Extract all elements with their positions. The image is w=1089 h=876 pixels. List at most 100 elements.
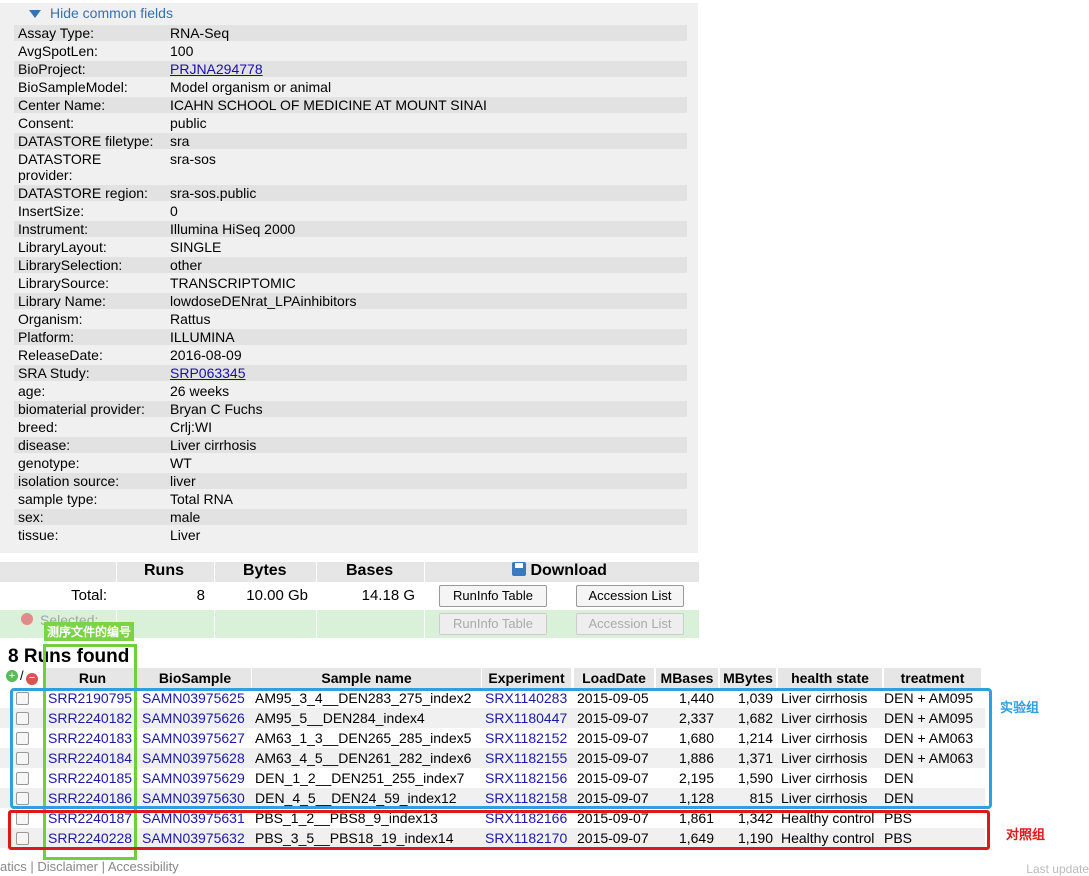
field-key: AvgSpotLen: — [18, 43, 98, 59]
field-value: Model organism or animal — [170, 79, 332, 95]
floppy-disk-icon — [512, 562, 526, 576]
field-value: Crlj:WI — [170, 419, 212, 435]
field-link[interactable]: SRP063345 — [170, 365, 246, 381]
field-row: genotype: WT — [14, 455, 687, 471]
field-value: 26 weeks — [170, 383, 230, 399]
field-key: genotype: — [18, 455, 80, 471]
total-bytes: 10.00 Gb — [246, 587, 308, 604]
field-key: SRA Study: — [18, 365, 90, 381]
field-value: public — [170, 115, 207, 131]
field-key: LibrarySource: — [18, 275, 110, 291]
minus-circle-icon[interactable]: − — [26, 673, 38, 685]
field-value: sra-sos — [170, 151, 216, 167]
field-row: DATASTORE filetype: sra — [14, 133, 687, 149]
column-header[interactable]: Experiment — [482, 668, 571, 688]
selected-runinfo-table-button[interactable]: RunInfo Table — [439, 613, 547, 635]
field-key: DATASTORE provider: — [18, 151, 102, 183]
plus-circle-icon[interactable]: + — [6, 670, 18, 682]
field-key: disease: — [18, 437, 71, 453]
toggle-label: Hide common fields — [50, 5, 173, 21]
annotation-experimental-group-box — [10, 688, 992, 809]
field-value[interactable]: PRJNA294778 — [170, 61, 263, 77]
total-label: Total: — [71, 587, 107, 604]
bases-header: Bases — [346, 562, 394, 579]
field-row: DATASTORE provider: sra-sos — [14, 151, 687, 183]
field-value: liver — [170, 473, 196, 489]
field-value: 0 — [170, 203, 178, 219]
field-value[interactable]: SRP063345 — [170, 365, 246, 381]
field-row: tissue: Liver — [14, 527, 687, 543]
field-value: WT — [170, 455, 192, 471]
field-row: Instrument: Illumina HiSeq 2000 — [14, 221, 687, 237]
hide-common-fields-toggle[interactable]: Hide common fields — [0, 3, 698, 23]
column-header[interactable]: Sample name — [252, 668, 481, 688]
runs-header: Runs — [144, 562, 184, 579]
column-header[interactable]: MBytes — [720, 668, 776, 688]
field-row: LibraryLayout: SINGLE — [14, 239, 687, 255]
field-value: TRANSCRIPTOMIC — [170, 275, 296, 291]
field-key: InsertSize: — [18, 203, 85, 219]
column-header[interactable]: treatment — [884, 668, 981, 688]
field-key: LibrarySelection: — [18, 257, 123, 273]
field-row: BioSampleModel: Model organism or animal — [14, 79, 687, 95]
triangle-down-icon — [29, 10, 41, 18]
minus-circle-icon — [21, 613, 33, 625]
field-row: DATASTORE region: sra-sos.public — [14, 185, 687, 201]
field-value: 2016-08-09 — [170, 347, 242, 363]
field-row: Assay Type: RNA-Seq — [14, 25, 687, 41]
column-header[interactable]: MBases — [656, 668, 718, 688]
field-link[interactable]: PRJNA294778 — [170, 61, 263, 77]
field-row: Library Name: lowdoseDENrat_LPAinhibitors — [14, 293, 687, 309]
selected-accession-list-button[interactable]: Accession List — [576, 613, 684, 635]
field-key: Instrument: — [18, 221, 89, 237]
field-value: sra — [170, 133, 190, 149]
field-row: disease: Liver cirrhosis — [14, 437, 687, 453]
field-key: isolation source: — [18, 473, 120, 489]
column-header[interactable]: health state — [778, 668, 882, 688]
field-key: Organism: — [18, 311, 83, 327]
field-key: BioSampleModel: — [18, 79, 128, 95]
annotation-control-group-box — [8, 810, 990, 850]
field-value: sra-sos.public — [170, 185, 257, 201]
field-value: ICAHN SCHOOL OF MEDICINE AT MOUNT SINAI — [170, 97, 487, 113]
field-value: Liver — [170, 527, 201, 543]
total-row: Total: 8 10.00 Gb 14.18 G RunInfo Table … — [0, 582, 699, 610]
field-row: BioProject: PRJNA294778 — [14, 61, 687, 77]
field-key: Platform: — [18, 329, 75, 345]
column-header[interactable]: BioSample — [139, 668, 251, 688]
field-value: other — [170, 257, 202, 273]
field-key: Center Name: — [18, 97, 106, 113]
total-runs: 8 — [196, 587, 205, 604]
field-key: BioProject: — [18, 61, 86, 77]
field-row: age: 26 weeks — [14, 383, 687, 399]
field-key: Library Name: — [18, 293, 106, 309]
field-value: Liver cirrhosis — [170, 437, 257, 453]
field-row: breed: Crlj:WI — [14, 419, 687, 435]
field-value: Rattus — [170, 311, 211, 327]
field-key: Assay Type: — [18, 25, 95, 41]
field-row: isolation source: liver — [14, 473, 687, 489]
field-value: Illumina HiSeq 2000 — [170, 221, 296, 237]
bytes-header: Bytes — [243, 562, 287, 579]
field-key: ReleaseDate: — [18, 347, 103, 363]
accession-list-button[interactable]: Accession List — [576, 585, 684, 607]
field-row: SRA Study: SRP063345 — [14, 365, 687, 381]
field-row: LibrarySource: TRANSCRIPTOMIC — [14, 275, 687, 291]
field-value: SINGLE — [170, 239, 222, 255]
field-value: Bryan C Fuchs — [170, 401, 263, 417]
field-key: sex: — [18, 509, 44, 525]
field-row: Center Name: ICAHN SCHOOL OF MEDICINE AT … — [14, 97, 687, 113]
runinfo-table-button[interactable]: RunInfo Table — [439, 585, 547, 607]
annotation-experimental-label: 实验组 — [1000, 700, 1040, 715]
common-fields-panel: Assay Type: RNA-Seq AvgSpotLen: 100 BioProje… — [0, 23, 698, 553]
field-row: sex: male — [14, 509, 687, 525]
annotation-control-label: 对照组 — [1006, 827, 1046, 842]
column-header[interactable]: LoadDate — [574, 668, 654, 688]
field-row: InsertSize: 0 — [14, 203, 687, 219]
field-key: DATASTORE region: — [18, 185, 148, 201]
field-row: AvgSpotLen: 100 — [14, 43, 687, 59]
field-key: LibraryLayout: — [18, 239, 107, 255]
field-key: age: — [18, 383, 46, 399]
field-row: biomaterial provider: Bryan C Fuchs — [14, 401, 687, 417]
field-value: ILLUMINA — [170, 329, 235, 345]
